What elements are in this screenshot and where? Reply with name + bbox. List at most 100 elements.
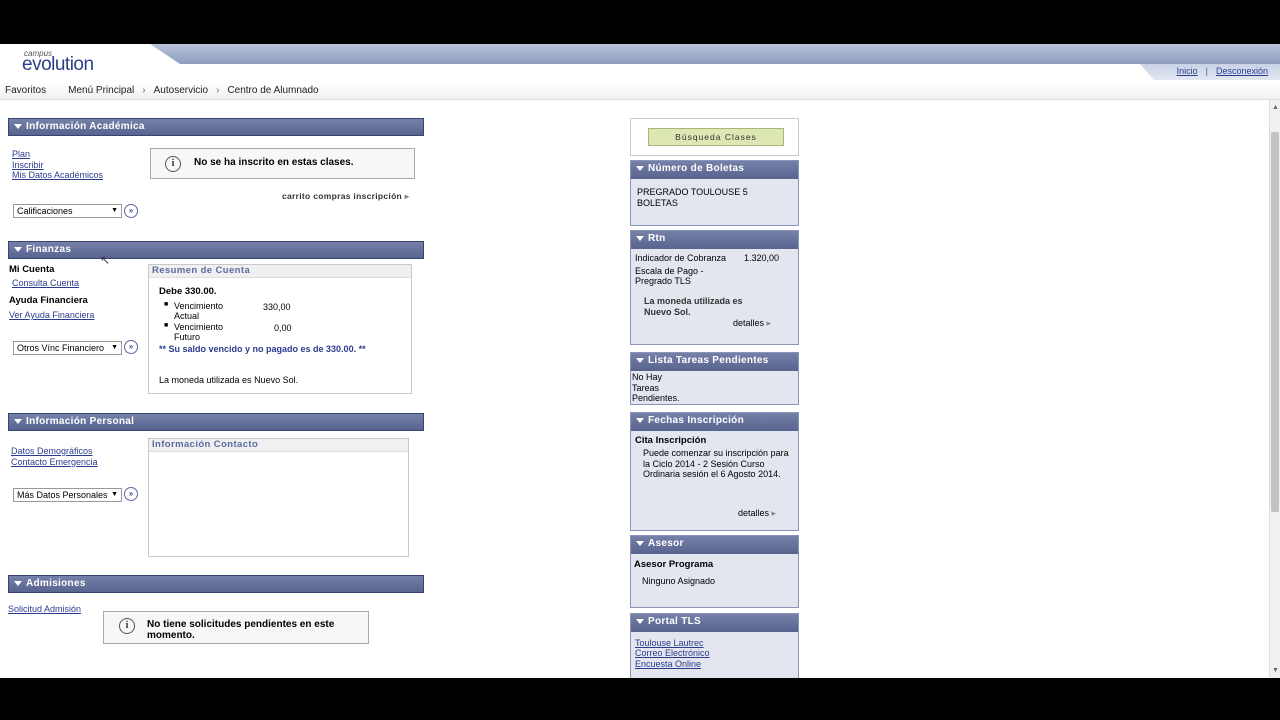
breadcrumb-favorites[interactable]: Favoritos xyxy=(5,85,46,96)
finance-section-title: Finanzas xyxy=(26,244,72,255)
admissions-section-header[interactable]: Admisiones xyxy=(8,575,424,593)
collapse-triangle-icon xyxy=(14,124,22,129)
enrollment-details-link[interactable]: detalles ▸ xyxy=(738,508,776,519)
admissions-info-box: i No tiene solicitudes pendientes en est… xyxy=(103,611,369,644)
tasks-text: No Hay Tareas Pendientes. xyxy=(632,372,680,403)
logout-link[interactable]: Desconexión xyxy=(1216,66,1268,76)
collection-indicator-value: 1.320,00 xyxy=(744,253,780,263)
tickets-text: PREGRADO TOULOUSE 5 BOLETAS xyxy=(637,187,748,208)
bullet-icon: ■ xyxy=(164,322,169,329)
plan-link[interactable]: Plan xyxy=(12,149,30,159)
breadcrumb-self-service[interactable]: Autoservicio xyxy=(154,85,208,96)
account-summary-title: Resumen de Cuenta xyxy=(149,265,411,278)
portal-link-email[interactable]: Correo Electrónico xyxy=(635,648,710,658)
financial-aid-link[interactable]: Ver Ayuda Financiera xyxy=(9,310,94,320)
bullet-icon: ■ xyxy=(164,301,169,308)
portal-link-toulouse[interactable]: Toulouse Lautrec xyxy=(635,638,704,648)
personal-go-button[interactable]: » xyxy=(124,487,138,501)
collapse-triangle-icon xyxy=(636,541,644,546)
breadcrumb-main-menu[interactable]: Menú Principal xyxy=(68,85,134,96)
vertical-scrollbar[interactable]: ▲ ▼ xyxy=(1269,100,1280,678)
chevron-down-icon: ▼ xyxy=(111,207,118,214)
current-due-value: 330,00 xyxy=(263,302,291,312)
tickets-panel: Número de Boletas PREGRADO TOULOUSE 5 BO… xyxy=(630,160,799,226)
finance-select[interactable]: Otros Vínc Financiero ▼ xyxy=(13,341,122,355)
enroll-link[interactable]: Inscribir xyxy=(12,160,44,170)
currency-message: La moneda utilizada es Nuevo Sol. xyxy=(159,375,299,385)
current-due-label: Vencimiento Actual xyxy=(174,301,224,321)
tickets-panel-title: Número de Boletas xyxy=(648,163,745,174)
home-link[interactable]: Inicio xyxy=(1177,66,1198,76)
chevron-down-icon: ▼ xyxy=(111,344,118,351)
browser-viewport: campus evolution Inicio | Desconexión Favo… xyxy=(0,44,1280,678)
enrollment-dates-panel-header[interactable]: Fechas Inscripción xyxy=(631,413,798,431)
tasks-panel-title: Lista Tareas Pendientes xyxy=(648,355,769,366)
my-account-label: Mi Cuenta xyxy=(9,264,55,275)
academic-select[interactable]: Calificaciones ▼ xyxy=(13,204,122,218)
tasks-panel-header[interactable]: Lista Tareas Pendientes xyxy=(631,353,798,371)
admission-request-link[interactable]: Solicitud Admisión xyxy=(8,604,81,614)
academic-info-message: No se ha inscrito en estas clases. xyxy=(194,157,354,168)
collapse-triangle-icon xyxy=(636,236,644,241)
enrollment-dates-panel: Fechas Inscripción Cita Inscripción Pued… xyxy=(630,412,799,531)
page-header: campus evolution Inicio | Desconexión xyxy=(0,44,1280,84)
advisor-panel-header[interactable]: Asesor xyxy=(631,536,798,554)
advisor-panel-title: Asesor xyxy=(648,538,684,549)
scroll-down-icon[interactable]: ▼ xyxy=(1272,667,1279,674)
personal-select[interactable]: Más Datos Personales ▼ xyxy=(13,488,122,502)
payment-scale: Escala de Pago - Pregrado TLS xyxy=(635,266,704,286)
scroll-thumb[interactable] xyxy=(1271,132,1279,512)
account-inquiry-link[interactable]: Consulta Cuenta xyxy=(12,278,79,288)
info-icon: i xyxy=(165,156,181,172)
future-due-label: Vencimiento Futuro xyxy=(174,322,224,342)
rtn-panel-body: Indicador de Cobranza 1.320,00 Escala de… xyxy=(631,249,798,345)
portal-panel: Portal TLS Toulouse Lautrec Correo Elect… xyxy=(630,613,799,678)
financial-aid-label: Ayuda Financiera xyxy=(9,295,88,306)
chevron-down-icon: ▼ xyxy=(111,491,118,498)
cart-link[interactable]: carrito compras inscripción ▸ xyxy=(282,191,409,202)
header-links: Inicio | Desconexión xyxy=(1176,66,1268,76)
academic-section-title: Información Académica xyxy=(26,121,145,132)
class-search-button[interactable]: Búsqueda Clases xyxy=(648,128,784,146)
portal-link-survey[interactable]: Encuesta Online xyxy=(635,659,701,669)
rtn-panel-header[interactable]: Rtn xyxy=(631,231,798,249)
info-icon: i xyxy=(119,618,135,634)
advisor-panel: Asesor Asesor Programa Ninguno Asignado xyxy=(630,535,799,608)
academic-data-link[interactable]: Mis Datos Académicos xyxy=(12,170,103,180)
scroll-up-icon[interactable]: ▲ xyxy=(1272,104,1279,111)
enrollment-appointment-text: Puede comenzar su inscripción para la Ci… xyxy=(643,448,789,479)
personal-section-header[interactable]: Información Personal xyxy=(8,413,424,431)
enrollment-dates-body: Cita Inscripción Puede comenzar su inscr… xyxy=(631,431,798,531)
academic-go-button[interactable]: » xyxy=(124,204,138,218)
demographics-link[interactable]: Datos Demográficos xyxy=(11,446,93,456)
personal-select-value: Más Datos Personales xyxy=(17,490,108,500)
collapse-triangle-icon xyxy=(636,358,644,363)
rtn-details-label: detalles xyxy=(733,318,765,328)
breadcrumb: Favoritos Menú Principal › Autoservicio › Cen… xyxy=(0,84,1280,100)
rtn-panel: Rtn Indicador de Cobranza 1.320,00 Escal… xyxy=(630,230,799,345)
overdue-message: ** Su saldo vencido y no pagado es de 33… xyxy=(159,344,366,354)
finance-go-button[interactable]: » xyxy=(124,340,138,354)
enrollment-details-label: detalles xyxy=(738,508,770,518)
academic-section-header[interactable]: Información Académica xyxy=(8,118,424,136)
rtn-currency-message: La moneda utilizada es Nuevo Sol. xyxy=(644,296,743,317)
admissions-section-title: Admisiones xyxy=(26,578,86,589)
finance-section-header[interactable]: Finanzas xyxy=(8,241,424,259)
academic-select-value: Calificaciones xyxy=(17,206,73,216)
logo: evolution xyxy=(22,54,94,75)
portal-panel-title: Portal TLS xyxy=(648,616,702,627)
breadcrumb-student-center[interactable]: Centro de Alumnado xyxy=(227,85,318,96)
arrow-right-icon: ▸ xyxy=(404,191,410,201)
rtn-details-link[interactable]: detalles ▸ xyxy=(733,318,771,329)
tickets-panel-header[interactable]: Número de Boletas xyxy=(631,161,798,179)
collection-indicator-label: Indicador de Cobranza xyxy=(635,253,727,263)
rtn-panel-title: Rtn xyxy=(648,233,666,244)
arrow-right-icon: ▸ xyxy=(766,318,772,328)
collapse-triangle-icon xyxy=(14,419,22,424)
portal-panel-header[interactable]: Portal TLS xyxy=(631,614,798,632)
advisor-value: Ninguno Asignado xyxy=(642,576,716,586)
future-due-value: 0,00 xyxy=(274,323,292,333)
emergency-contact-link[interactable]: Contacto Emergencia xyxy=(11,457,98,467)
academic-info-box: i No se ha inscrito en estas clases. xyxy=(150,148,415,179)
enrollment-dates-panel-title: Fechas Inscripción xyxy=(648,415,744,426)
